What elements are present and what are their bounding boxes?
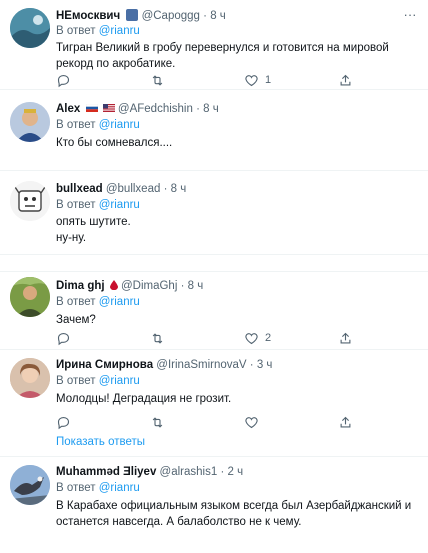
like-count: 1 (265, 74, 272, 86)
retweet-button[interactable] (150, 72, 165, 88)
reply-mention-link[interactable]: @rianru (99, 119, 140, 131)
reply-prefix: В ответ (56, 25, 96, 37)
timestamp[interactable]: 2 ч (228, 466, 244, 478)
share-button[interactable] (338, 414, 353, 430)
tweet-actions: 2 (56, 330, 416, 346)
retweet-icon (152, 332, 163, 344)
heart-icon (245, 332, 258, 344)
separator: · (220, 466, 225, 478)
reply-mention-link[interactable]: @rianru (99, 25, 140, 37)
tweet-alrashis1[interactable]: Muhammǝd Ǝliyev @alrashis1 · 2 ч В ответ… (0, 457, 428, 553)
share-button[interactable] (338, 330, 353, 346)
retweet-icon (152, 74, 163, 86)
tweet-text: Тигран Великий в гробу перевернулся и го… (56, 42, 389, 70)
author-handle[interactable]: @Capoggg (142, 10, 200, 22)
share-button[interactable] (338, 72, 353, 88)
media-badge-icon (126, 9, 139, 21)
reply-mention-link[interactable]: @rianru (99, 482, 140, 494)
russia-flag-icon (85, 104, 98, 112)
reply-context: В ответ @rianru (56, 119, 140, 131)
reply-mention-link[interactable]: @rianru (99, 199, 140, 211)
tweet-dimaghj[interactable]: Dima ghj @DimaGhj · 8 ч В ответ @rianru … (0, 271, 428, 350)
separator: · (203, 10, 207, 22)
tweet-text: опять шутите. ну-ну. (56, 216, 131, 244)
show-replies-link[interactable]: Показать ответы (56, 436, 145, 448)
author-name[interactable]: Alex (56, 103, 80, 115)
reply-prefix: В ответ (56, 119, 96, 131)
reply-mention-link[interactable]: @rianru (99, 296, 140, 308)
retweet-button[interactable] (150, 414, 165, 430)
reply-icon (57, 74, 70, 87)
separator: · (249, 359, 254, 371)
reply-mention-link[interactable]: @rianru (99, 375, 140, 387)
separator: · (180, 280, 185, 292)
heart-icon (245, 416, 258, 428)
usa-flag-icon (102, 104, 115, 112)
reply-button[interactable] (56, 72, 71, 88)
author-name[interactable]: Dima ghj (56, 280, 105, 292)
timestamp[interactable]: 8 ч (203, 103, 219, 115)
heart-icon (245, 74, 258, 86)
author-name[interactable]: bullxead (56, 183, 103, 195)
retweet-icon (152, 416, 163, 428)
timestamp[interactable]: 8 ч (210, 10, 226, 22)
tweet-bullxead[interactable]: bullxead @bullxead · 8 ч В ответ @rianru… (0, 171, 428, 255)
reply-button[interactable] (56, 330, 71, 346)
retweet-button[interactable] (150, 330, 165, 346)
tweet-actions (56, 414, 416, 430)
author-name[interactable]: НЕмосквич (56, 10, 120, 22)
reply-prefix: В ответ (56, 199, 96, 211)
like-count: 2 (265, 332, 272, 344)
like-button[interactable]: 2 (244, 330, 271, 346)
tweet-capoggg[interactable]: НЕмосквич @Capoggg · 8 ч ··· В ответ @ri… (0, 0, 428, 90)
avatar[interactable] (10, 8, 50, 48)
reply-icon (57, 416, 70, 429)
separator: · (163, 183, 168, 195)
reply-context: В ответ @rianru (56, 296, 140, 308)
reply-prefix: В ответ (56, 296, 96, 308)
reply-button[interactable] (56, 414, 71, 430)
reply-prefix: В ответ (56, 482, 96, 494)
tweet-text: Кто бы сомневался.... (56, 137, 173, 149)
reply-context: В ответ @rianru (56, 482, 140, 494)
share-icon (340, 74, 351, 85)
timestamp[interactable]: 8 ч (171, 183, 187, 195)
like-button[interactable] (244, 414, 259, 430)
tweet-text: Молодцы! Деградация не грозит. (56, 393, 232, 405)
share-icon (340, 332, 351, 343)
reply-icon (57, 332, 70, 345)
author-name[interactable]: Ирина Смирнова (56, 359, 153, 371)
timestamp[interactable]: 8 ч (188, 280, 204, 292)
share-icon (340, 416, 351, 427)
tweet-afedchishin[interactable]: Alex @AFedchishin · 8 ч В ответ @rianru … (0, 90, 428, 171)
blood-drop-icon (109, 280, 118, 290)
avatar[interactable] (10, 181, 50, 221)
timestamp[interactable]: 3 ч (257, 359, 273, 371)
reply-context: В ответ @rianru (56, 25, 140, 37)
separator: · (196, 103, 200, 115)
author-handle[interactable]: @AFedchishin (118, 103, 193, 115)
author-handle[interactable]: @DimaGhj (121, 280, 177, 292)
reply-context: В ответ @rianru (56, 375, 140, 387)
reply-context: В ответ @rianru (56, 199, 140, 211)
author-handle[interactable]: @alrashis1 (160, 466, 218, 478)
author-name[interactable]: Muhammǝd Ǝliyev (56, 466, 156, 478)
avatar[interactable] (10, 358, 50, 398)
like-button[interactable]: 1 (244, 72, 271, 88)
author-handle[interactable]: @IrinaSmirnovaV (156, 359, 246, 371)
reply-prefix: В ответ (56, 375, 96, 387)
tweet-actions: 1 (56, 72, 416, 88)
avatar[interactable] (10, 277, 50, 317)
tweet-text: Зачем? (56, 314, 96, 326)
avatar[interactable] (10, 102, 50, 142)
more-options-icon[interactable]: ··· (402, 8, 418, 22)
avatar[interactable] (10, 465, 50, 505)
author-handle[interactable]: @bullxead (106, 183, 161, 195)
tweet-text: В Карабахе официальным языком всегда был… (56, 500, 412, 528)
